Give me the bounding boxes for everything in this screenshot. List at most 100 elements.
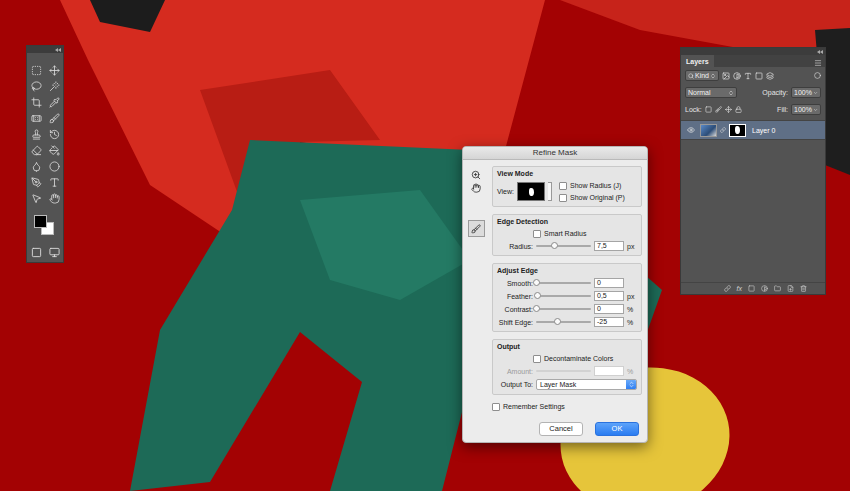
link-layers-icon[interactable] bbox=[724, 285, 731, 292]
slider-track[interactable] bbox=[536, 245, 591, 247]
tool-button[interactable] bbox=[47, 143, 61, 157]
tool-button[interactable] bbox=[29, 111, 43, 125]
panel-header[interactable] bbox=[27, 46, 63, 53]
checkbox[interactable] bbox=[533, 230, 541, 238]
tool-button[interactable] bbox=[47, 79, 61, 93]
slider-knob[interactable] bbox=[533, 305, 540, 312]
new-layer-icon[interactable] bbox=[787, 285, 794, 292]
value-field[interactable]: 0 bbox=[594, 304, 624, 314]
mode-row bbox=[29, 245, 61, 259]
output-group: OutputDecontaminate ColorsAmount:%Output… bbox=[492, 339, 642, 395]
group-folder-icon[interactable] bbox=[774, 285, 781, 292]
filter-select[interactable]: Kind bbox=[685, 70, 719, 81]
tool-button[interactable] bbox=[29, 175, 43, 189]
tool-button[interactable] bbox=[29, 191, 43, 205]
value-field[interactable]: -25 bbox=[594, 317, 624, 327]
layer-row[interactable]: Layer 0 bbox=[681, 120, 825, 140]
dodge-icon bbox=[49, 161, 60, 172]
decontaminate-checkbox[interactable]: Decontaminate Colors bbox=[533, 354, 613, 363]
tool-button[interactable] bbox=[47, 111, 61, 125]
refine-radius-tool[interactable] bbox=[468, 220, 485, 237]
lock-all-icon[interactable] bbox=[735, 106, 742, 113]
foreground-swatch[interactable] bbox=[34, 215, 47, 228]
opacity-label: Opacity: bbox=[762, 88, 788, 97]
tool-button[interactable] bbox=[47, 127, 61, 141]
view-option[interactable]: Show Radius (J) bbox=[559, 181, 625, 190]
screen-mode-button[interactable] bbox=[47, 245, 61, 259]
fill-field[interactable]: 100% bbox=[791, 104, 821, 115]
adjustment-filter-icon[interactable] bbox=[733, 72, 741, 80]
adjustment-layer-icon[interactable] bbox=[761, 285, 768, 292]
output-to-select[interactable]: Layer Mask bbox=[536, 379, 637, 390]
blend-mode-select[interactable]: Normal bbox=[685, 87, 737, 98]
tool-button[interactable] bbox=[29, 95, 43, 109]
tool-button[interactable] bbox=[47, 95, 61, 109]
dialog-button[interactable]: Cancel bbox=[539, 422, 583, 436]
mask-thumbnail[interactable] bbox=[729, 124, 746, 137]
opacity-field[interactable]: 100% bbox=[791, 87, 821, 98]
visibility-toggle[interactable] bbox=[685, 126, 697, 134]
add-mask-icon[interactable] bbox=[748, 285, 755, 292]
slider-knob[interactable] bbox=[534, 292, 541, 299]
slider-track[interactable] bbox=[536, 282, 591, 284]
view-option[interactable]: Show Original (P) bbox=[559, 193, 625, 202]
tool-button[interactable] bbox=[29, 79, 43, 93]
collapse-icon[interactable] bbox=[55, 48, 61, 52]
slider-row: Feather:0,5px bbox=[497, 291, 637, 301]
panel-header[interactable] bbox=[681, 48, 825, 55]
slider-track[interactable] bbox=[536, 295, 591, 297]
collapse-icon[interactable] bbox=[817, 50, 823, 54]
slider-knob[interactable] bbox=[551, 242, 558, 249]
tool-button[interactable] bbox=[47, 175, 61, 189]
unit-label: % bbox=[627, 305, 637, 314]
filter-toggle-icon[interactable] bbox=[814, 72, 821, 79]
slider-knob[interactable] bbox=[533, 279, 540, 286]
shape-filter-icon[interactable] bbox=[755, 72, 763, 80]
tool-button[interactable] bbox=[29, 143, 43, 157]
hand-icon[interactable] bbox=[471, 183, 481, 193]
value-field[interactable]: 0 bbox=[594, 278, 624, 288]
panel-footer: fx bbox=[681, 282, 825, 294]
quick-mask-button[interactable] bbox=[29, 245, 43, 259]
move-icon bbox=[49, 65, 60, 76]
slider-knob[interactable] bbox=[554, 318, 561, 325]
slider-track[interactable] bbox=[536, 321, 591, 323]
remember-settings-checkbox[interactable]: Remember Settings bbox=[492, 402, 642, 411]
checkbox-label: Smart Radius bbox=[544, 229, 586, 238]
menu-icon[interactable] bbox=[814, 59, 822, 67]
dialog-button[interactable]: OK bbox=[595, 422, 639, 436]
view-thumbnail[interactable] bbox=[517, 182, 545, 201]
unit-label: % bbox=[627, 318, 637, 327]
checkbox[interactable] bbox=[559, 194, 567, 202]
dialog-title[interactable]: Refine Mask bbox=[463, 147, 647, 160]
layer-style-button[interactable]: fx bbox=[737, 284, 742, 293]
slider-track[interactable] bbox=[536, 308, 591, 310]
checkbox[interactable] bbox=[559, 182, 567, 190]
tool-button[interactable] bbox=[29, 127, 43, 141]
link-icon[interactable] bbox=[720, 127, 726, 133]
zoom-icon[interactable] bbox=[471, 170, 481, 180]
checkbox[interactable] bbox=[492, 403, 500, 411]
smart-object-filter-icon[interactable] bbox=[766, 72, 774, 80]
layers-tab[interactable]: Layers bbox=[681, 55, 714, 67]
value-field[interactable]: 0,5 bbox=[594, 291, 624, 301]
lock-pixels-icon[interactable] bbox=[715, 106, 722, 113]
lock-transparency-icon[interactable] bbox=[705, 106, 712, 113]
slider-label: Shift Edge: bbox=[497, 318, 533, 327]
brush-icon bbox=[49, 113, 60, 124]
layer-name[interactable]: Layer 0 bbox=[752, 126, 775, 135]
tool-button[interactable] bbox=[29, 159, 43, 173]
value-field[interactable]: 7,5 bbox=[594, 241, 624, 251]
pixel-filter-icon[interactable] bbox=[722, 72, 730, 80]
lock-position-icon[interactable] bbox=[725, 106, 732, 113]
view-caret[interactable] bbox=[548, 182, 552, 201]
smart-radius-checkbox[interactable]: Smart Radius bbox=[533, 229, 586, 238]
type-filter-icon[interactable] bbox=[744, 72, 752, 80]
trash-icon[interactable] bbox=[800, 285, 807, 292]
tool-button[interactable] bbox=[29, 63, 43, 77]
tool-button[interactable] bbox=[47, 159, 61, 173]
tool-button[interactable] bbox=[47, 63, 61, 77]
tool-button[interactable] bbox=[47, 191, 61, 205]
hand-icon bbox=[49, 193, 60, 204]
checkbox[interactable] bbox=[533, 355, 541, 363]
